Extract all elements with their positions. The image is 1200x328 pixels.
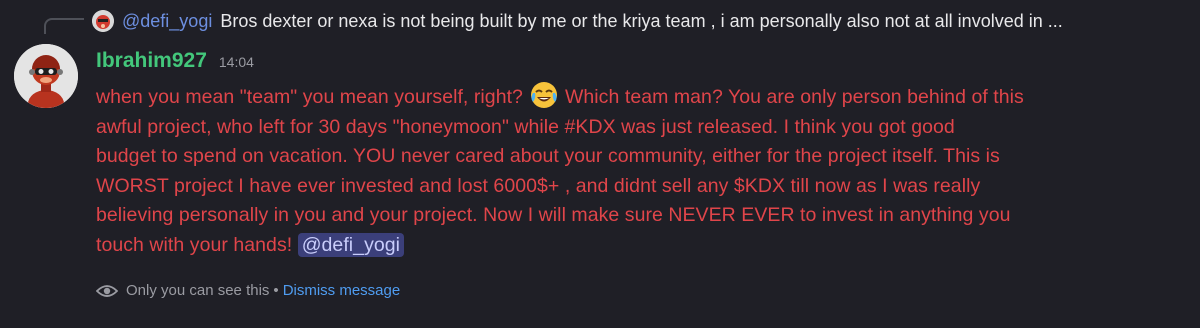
chat-message: @defi_yogi Bros dexter or nexa is not be… [0, 0, 1200, 328]
message-text: touch with your hands! [96, 233, 293, 256]
message-text: when you mean "team" you mean yourself, … [96, 86, 523, 108]
reply-avatar[interactable] [92, 10, 114, 32]
message-header: Ibrahim927 14:04 [96, 49, 254, 77]
message-line: when you mean "team" you mean yourself, … [96, 80, 1186, 113]
ephemeral-text: Only you can see this [126, 282, 270, 299]
message-content: when you mean "team" you mean yourself, … [96, 80, 1186, 260]
user-avatar[interactable] [14, 44, 78, 108]
message-line: awful project, who left for 30 days "hon… [96, 115, 955, 138]
message-line: budget to spend on vacation. YOU never c… [96, 145, 1000, 167]
timestamp[interactable]: 14:04 [219, 54, 254, 70]
reply-text[interactable]: Bros dexter or nexa is not being built b… [220, 11, 1062, 32]
message-line: believing personally in you and your pro… [96, 204, 1011, 226]
separator-dot: • [273, 282, 279, 299]
eye-icon [95, 283, 119, 299]
dismiss-message-link[interactable]: Dismiss message [283, 282, 401, 299]
reply-spine [44, 18, 84, 34]
message-line: WORST project I have ever invested and l… [96, 174, 981, 197]
username[interactable]: Ibrahim927 [96, 49, 207, 73]
message-text: Which team man? You are only person behi… [564, 86, 1024, 108]
message-line: touch with your hands! @defi_yogi [96, 231, 1186, 261]
user-mention[interactable]: @defi_yogi [297, 232, 405, 257]
joy-emoji-icon [529, 80, 559, 110]
reply-preview[interactable]: @defi_yogi Bros dexter or nexa is not be… [92, 6, 1192, 36]
ephemeral-notice: Only you can see this • Dismiss message [95, 282, 401, 299]
reply-author-mention[interactable]: @defi_yogi [122, 11, 212, 32]
